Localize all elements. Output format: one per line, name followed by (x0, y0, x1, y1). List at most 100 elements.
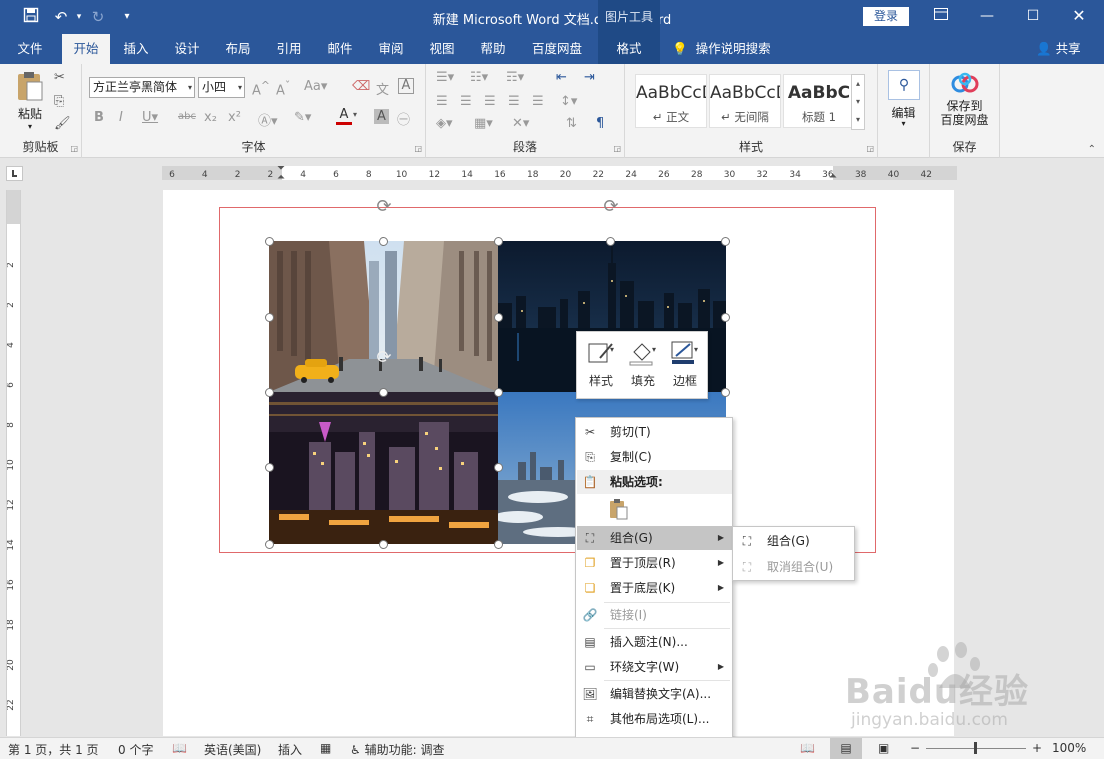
tab-insert[interactable]: 插入 (114, 34, 158, 64)
tab-format[interactable]: 格式 (598, 34, 660, 64)
web-layout-icon[interactable]: ▣ (878, 741, 889, 755)
decrease-indent-icon[interactable]: ⇤ (556, 70, 567, 85)
superscript-icon[interactable]: x² (228, 110, 241, 125)
resize-handle[interactable] (265, 463, 274, 472)
character-border-icon[interactable]: A (398, 78, 414, 94)
font-color-dropdown-icon[interactable]: ▾ (353, 110, 357, 119)
line-spacing-icon[interactable]: ↕▾ (560, 94, 577, 109)
menu-item-bring-to-front[interactable]: ❐ 置于顶层(R) ▶ (577, 551, 732, 575)
ribbon-display-options-icon[interactable] (918, 0, 964, 34)
format-painter-icon[interactable]: 🖌 (54, 116, 71, 131)
paste-keep-source-button[interactable] (608, 498, 630, 520)
subscript-icon[interactable]: x₂ (204, 110, 217, 125)
menu-item-insert-caption[interactable]: ▤ 插入题注(N)... (577, 630, 732, 654)
find-button[interactable]: ⚲ (888, 70, 920, 100)
font-size-combo[interactable]: 小四 ▾ (198, 77, 245, 98)
chinese-layout-icon[interactable]: ✕▾ (512, 116, 529, 131)
proofing-icon[interactable]: 📖 (172, 741, 187, 755)
menu-item-cut[interactable]: ✂ 剪切(T) (577, 420, 732, 444)
word-count[interactable]: 0 个字 (118, 741, 153, 758)
horizontal-ruler[interactable]: 6 4 2 2 4 6 8 10 12 14 16 18 20 22 24 26 28 30 32 34 36 38 40 4… (162, 163, 957, 183)
minimize-icon[interactable]: — (964, 0, 1010, 34)
resize-handle[interactable] (494, 463, 503, 472)
vertical-ruler[interactable]: 224681012141618202224 (6, 190, 21, 736)
tab-view[interactable]: 视图 (420, 34, 464, 64)
tab-mailings[interactable]: 邮件 (318, 34, 362, 64)
zoom-slider[interactable] (926, 742, 1026, 754)
resize-handle[interactable] (494, 237, 503, 246)
insert-mode[interactable]: 插入 (278, 741, 302, 758)
text-effects-icon[interactable]: Ⓐ▾ (258, 110, 278, 129)
align-center-icon[interactable]: ☰ (460, 94, 472, 109)
submenu-item-group[interactable]: ⛶ 组合(G) (734, 529, 855, 553)
italic-icon[interactable]: I (119, 110, 123, 125)
menu-item-copy[interactable]: ⎘ 复制(C) (577, 445, 732, 469)
align-right-icon[interactable]: ☰ (484, 94, 496, 109)
resize-handle[interactable] (379, 388, 388, 397)
paste-dropdown-icon[interactable]: ▾ (10, 122, 50, 131)
menu-item-wrap-text[interactable]: ▭ 环绕文字(W) ▶ (577, 655, 732, 679)
font-color-icon[interactable]: A (336, 108, 352, 125)
multilevel-list-icon[interactable]: ☶▾ (506, 70, 524, 85)
resize-handle[interactable] (494, 540, 503, 549)
rotate-handle-icon[interactable]: ⟳ (374, 197, 394, 217)
maximize-icon[interactable]: ☐ (1010, 0, 1056, 34)
rotate-handle-icon[interactable]: ⟳ (374, 348, 394, 368)
zoom-out-icon[interactable]: − (910, 741, 920, 755)
resize-handle[interactable] (379, 237, 388, 246)
menu-item-more-layout[interactable]: ⌗ 其他布局选项(L)... (577, 707, 732, 731)
resize-handle[interactable] (721, 313, 730, 322)
editing-dropdown-icon[interactable]: ▾ (878, 119, 929, 128)
copy-icon[interactable]: ⎘ (54, 94, 64, 109)
photo-aerial-night-city[interactable] (269, 392, 498, 544)
macro-recording-icon[interactable]: ▦ (320, 741, 331, 755)
clear-formatting-icon[interactable]: ⌫ (352, 79, 370, 94)
page-count[interactable]: 第 1 页，共 1 页 (8, 741, 99, 758)
style-heading-1[interactable]: AaBbC 标题 1 (783, 74, 855, 128)
resize-handle[interactable] (494, 313, 503, 322)
fill-button[interactable]: ▾ 填充 (623, 332, 663, 398)
left-indent-marker[interactable]: ⏶ (277, 172, 285, 183)
underline-icon[interactable]: U▾ (142, 110, 158, 125)
tell-me-search[interactable]: 💡 操作说明搜索 (672, 34, 782, 64)
photo-city-street[interactable] (269, 241, 498, 392)
zoom-in-icon[interactable]: + (1032, 741, 1042, 755)
bullets-icon[interactable]: ☰▾ (436, 70, 454, 85)
styles-scroll[interactable]: ▴ ▾ ▾ (851, 74, 865, 130)
borders-icon[interactable]: ▦▾ (474, 116, 493, 131)
character-shading-icon[interactable]: A (374, 109, 389, 124)
tab-references[interactable]: 引用 (267, 34, 311, 64)
tab-layout[interactable]: 布局 (216, 34, 260, 64)
menu-item-link[interactable]: 🔗 链接(I) (577, 603, 732, 627)
shrink-font-icon[interactable]: Aˇ (276, 79, 290, 98)
tab-stop-selector[interactable] (6, 166, 23, 181)
rotate-handle-icon[interactable]: ⟳ (601, 197, 621, 217)
style-no-spacing[interactable]: AaBbCcD ↵ 无间隔 (709, 74, 781, 128)
zoom-level[interactable]: 100% (1052, 741, 1086, 755)
collapse-ribbon-icon[interactable]: ⌃ (1088, 144, 1096, 155)
sort-icon[interactable]: ⇅ (566, 116, 577, 131)
save-icon[interactable] (20, 7, 42, 27)
resize-handle[interactable] (721, 388, 730, 397)
save-to-netdisk-button[interactable]: 保存到 百度网盘 (930, 72, 999, 127)
font-name-combo[interactable]: 方正兰亭黑简体 ▾ (89, 77, 195, 98)
right-indent-marker[interactable]: ⏶ (829, 171, 837, 182)
style-normal[interactable]: AaBbCcD ↵ 正文 (635, 74, 707, 128)
phonetic-guide-icon[interactable]: 文 (376, 79, 389, 98)
zoom-slider-thumb[interactable] (974, 742, 977, 754)
distributed-icon[interactable]: ☰ (532, 94, 544, 109)
tab-design[interactable]: 设计 (165, 34, 209, 64)
font-launcher-icon[interactable]: ◲ (414, 144, 422, 153)
tab-baidu-netdisk[interactable]: 百度网盘 (524, 34, 590, 64)
language-indicator[interactable]: 英语(美国) (204, 741, 261, 758)
login-button[interactable]: 登录 (863, 7, 909, 26)
resize-handle[interactable] (265, 237, 274, 246)
resize-handle[interactable] (379, 540, 388, 549)
change-case-icon[interactable]: Aa▾ (304, 79, 327, 94)
tab-home[interactable]: 开始 (62, 34, 110, 64)
resize-handle[interactable] (265, 313, 274, 322)
highlight-icon[interactable]: ✎▾ (294, 110, 311, 125)
resize-handle[interactable] (494, 388, 503, 397)
redo-icon[interactable]: ↻ (87, 7, 109, 27)
justify-icon[interactable]: ☰ (508, 94, 520, 109)
